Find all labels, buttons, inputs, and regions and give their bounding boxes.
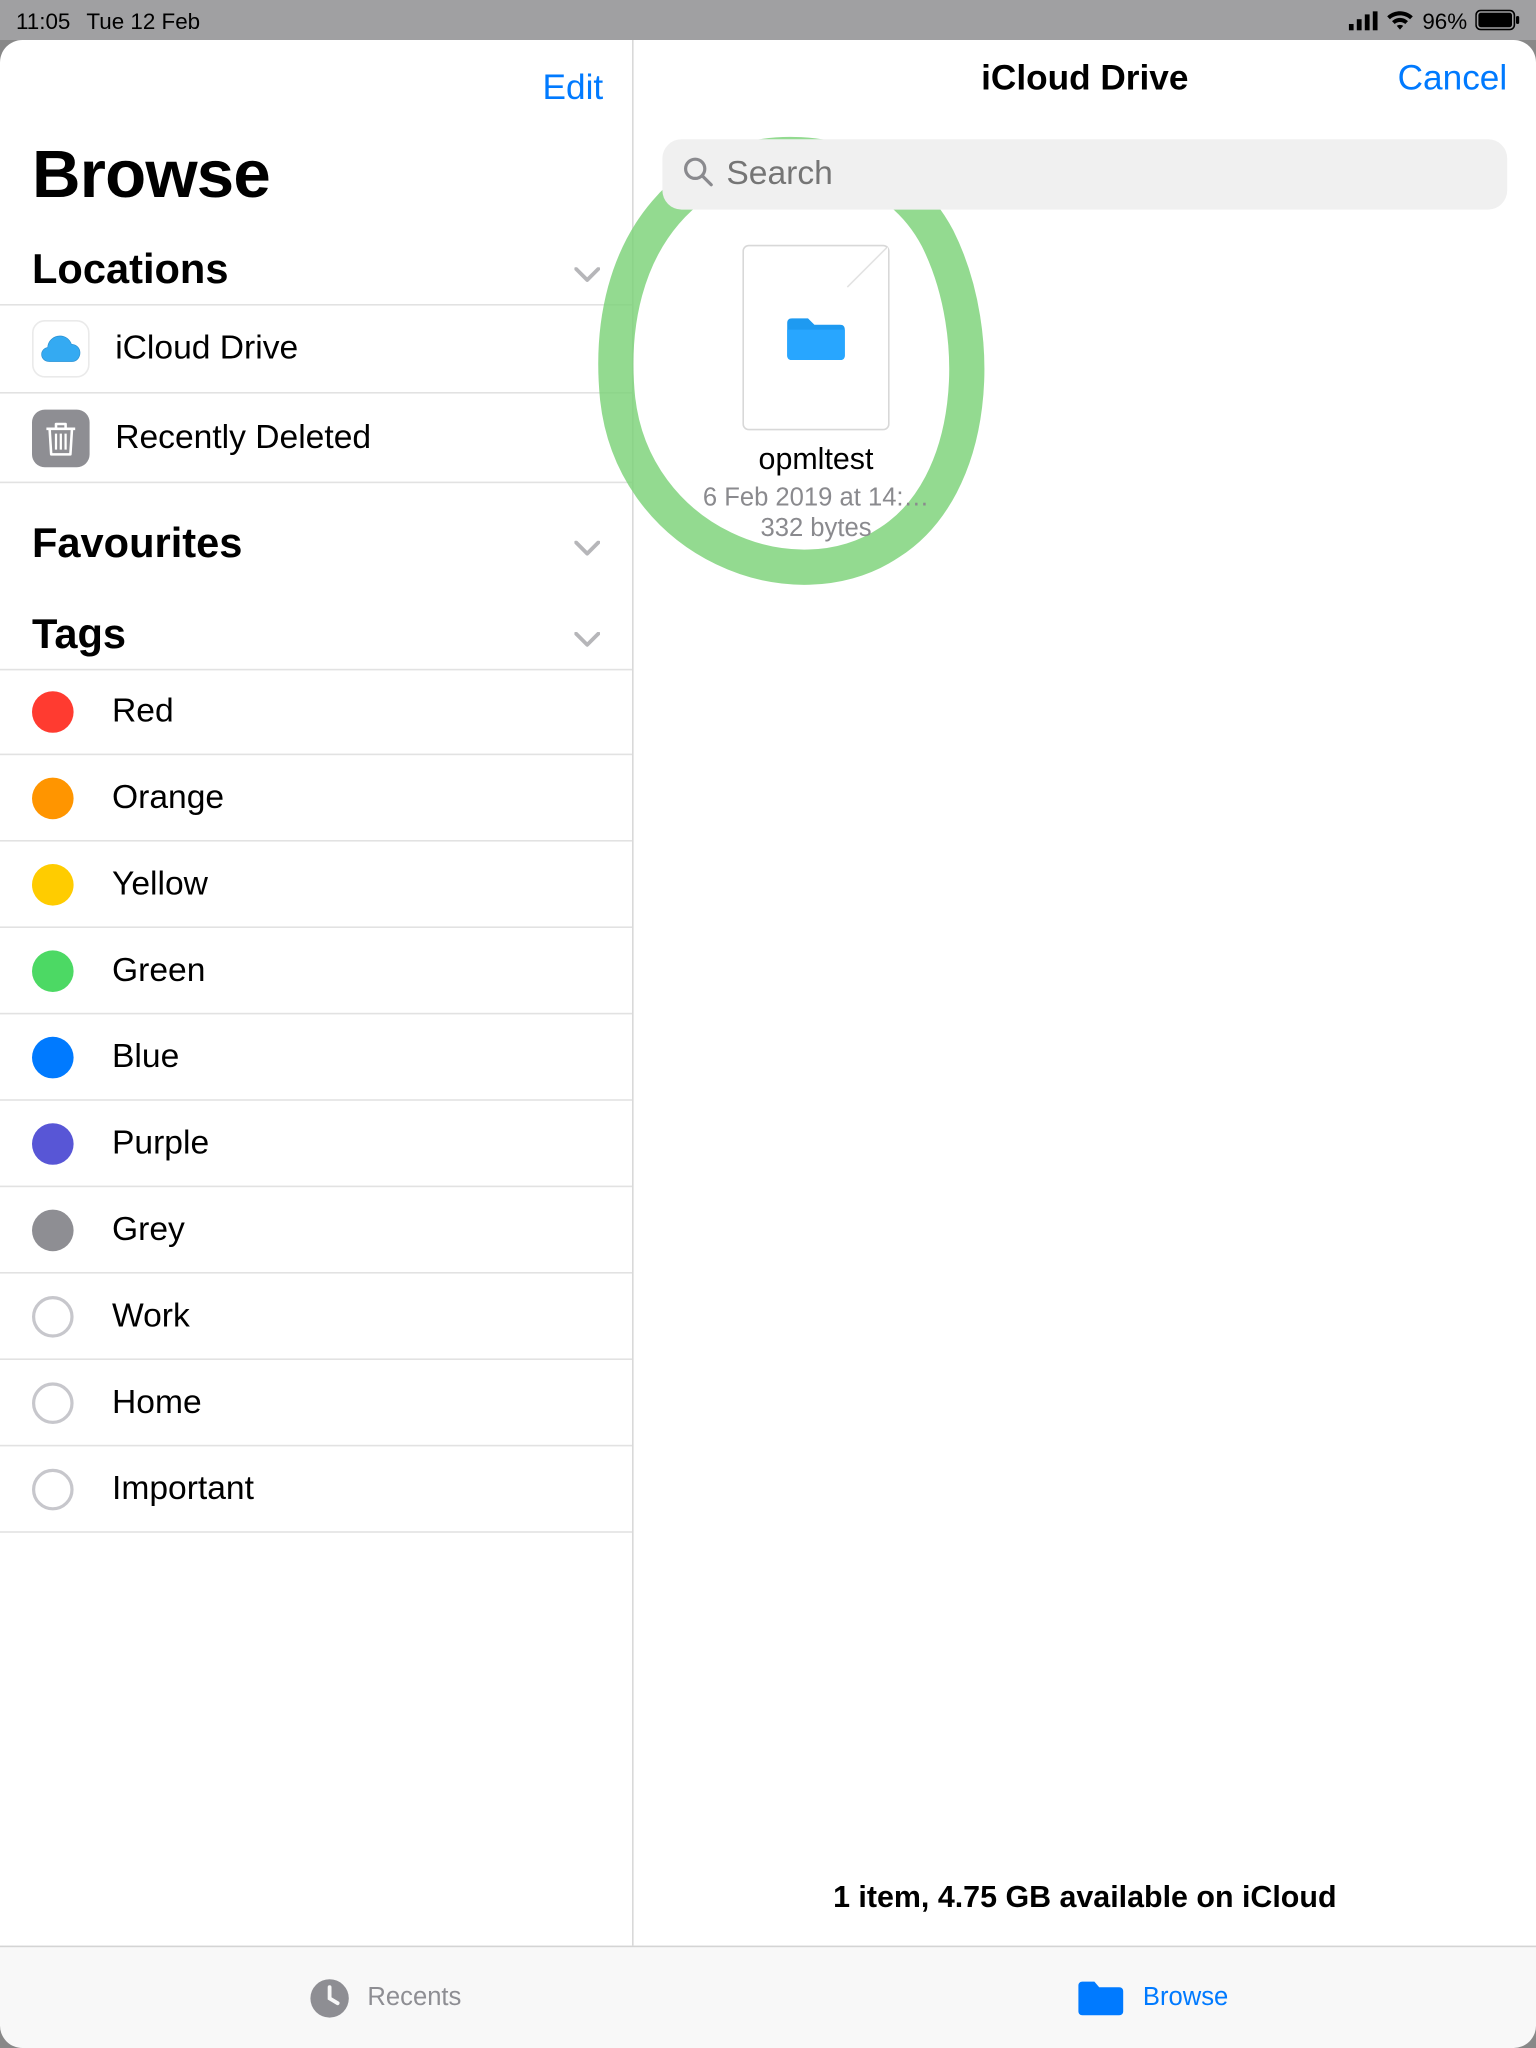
folder-icon: [782, 310, 849, 364]
tag-row-purple[interactable]: Purple: [0, 1101, 632, 1187]
tag-row-home[interactable]: Home: [0, 1360, 632, 1446]
tag-empty-circle: [32, 1295, 74, 1337]
locations-header-label: Locations: [32, 245, 228, 295]
tag-row-blue[interactable]: Blue: [0, 1014, 632, 1100]
tag-label: Blue: [112, 1038, 179, 1076]
location-recently-deleted[interactable]: Recently Deleted: [0, 394, 632, 484]
storage-status: 1 item, 4.75 GB available on iCloud: [634, 1862, 1536, 1945]
tag-label: Green: [112, 951, 205, 989]
file-size: 332 bytes: [760, 515, 871, 544]
tag-row-work[interactable]: Work: [0, 1274, 632, 1360]
tag-row-important[interactable]: Important: [0, 1446, 632, 1532]
tab-browse[interactable]: Browse: [768, 1947, 1536, 2048]
files-grid: opmltest 6 Feb 2019 at 14:… 332 bytes: [634, 226, 1536, 564]
wifi-icon: [1386, 10, 1415, 31]
tag-color-dot: [32, 1036, 74, 1078]
search-field[interactable]: [662, 139, 1507, 209]
file-name: opmltest: [759, 443, 874, 478]
tag-label: Yellow: [112, 865, 208, 903]
location-label: iCloud Drive: [115, 330, 298, 368]
status-bar: 11:05 Tue 12 Feb 96%: [0, 0, 1536, 40]
file-item[interactable]: opmltest 6 Feb 2019 at 14:… 332 bytes: [672, 245, 960, 544]
tag-label: Red: [112, 693, 174, 731]
tag-empty-circle: [32, 1468, 74, 1510]
status-date: Tue 12 Feb: [86, 7, 200, 33]
tag-row-orange[interactable]: Orange: [0, 755, 632, 841]
chevron-down-icon: [574, 245, 600, 295]
tag-color-dot: [32, 950, 74, 992]
tag-label: Grey: [112, 1210, 185, 1248]
tags-header-label: Tags: [32, 610, 126, 660]
sidebar: Edit Browse Locations iCloud Drive: [0, 40, 634, 1946]
cellular-signal-icon: [1349, 10, 1378, 29]
tag-color-dot: [32, 777, 74, 819]
clock-icon: [307, 1975, 352, 2020]
browse-title: Browse: [0, 126, 632, 235]
tag-label: Important: [112, 1470, 254, 1508]
tag-empty-circle: [32, 1382, 74, 1424]
edit-button[interactable]: Edit: [543, 67, 604, 109]
search-input[interactable]: [726, 155, 1488, 193]
trash-icon: [32, 409, 90, 467]
tags-header[interactable]: Tags: [0, 600, 632, 669]
detail-pane: iCloud Drive Cancel: [634, 40, 1536, 1946]
tag-label: Purple: [112, 1124, 209, 1162]
tab-bar: Recents Browse: [0, 1946, 1536, 2048]
tag-label: Home: [112, 1383, 202, 1421]
tab-label: Recents: [367, 1983, 461, 2012]
chevron-down-icon: [574, 518, 600, 568]
tab-label: Browse: [1143, 1983, 1228, 2012]
tab-recents[interactable]: Recents: [0, 1947, 768, 2048]
files-app: Edit Browse Locations iCloud Drive: [0, 40, 1536, 2048]
location-label: Recently Deleted: [115, 418, 371, 456]
search-icon: [682, 154, 714, 194]
status-time: 11:05: [16, 7, 70, 33]
tag-row-red[interactable]: Red: [0, 669, 632, 755]
chevron-down-icon: [574, 610, 600, 660]
icloud-icon: [32, 320, 90, 378]
tag-color-dot: [32, 1122, 74, 1164]
cancel-button[interactable]: Cancel: [1398, 58, 1508, 100]
location-icloud-drive[interactable]: iCloud Drive: [0, 304, 632, 394]
favourites-header-label: Favourites: [32, 518, 242, 568]
tag-label: Work: [112, 1297, 190, 1335]
folder-icon: [1076, 1977, 1127, 2019]
tag-color-dot: [32, 863, 74, 905]
file-date: 6 Feb 2019 at 14:…: [703, 483, 929, 515]
tag-row-green[interactable]: Green: [0, 928, 632, 1014]
detail-title: iCloud Drive: [981, 58, 1188, 100]
favourites-header[interactable]: Favourites: [0, 509, 632, 578]
locations-header[interactable]: Locations: [0, 235, 632, 304]
battery-percent: 96%: [1422, 7, 1467, 33]
tag-color-dot: [32, 691, 74, 733]
tag-row-yellow[interactable]: Yellow: [0, 842, 632, 928]
tag-color-dot: [32, 1209, 74, 1251]
battery-icon: [1475, 10, 1520, 31]
file-thumb: [742, 245, 889, 431]
tag-label: Orange: [112, 778, 224, 816]
tag-row-grey[interactable]: Grey: [0, 1187, 632, 1273]
